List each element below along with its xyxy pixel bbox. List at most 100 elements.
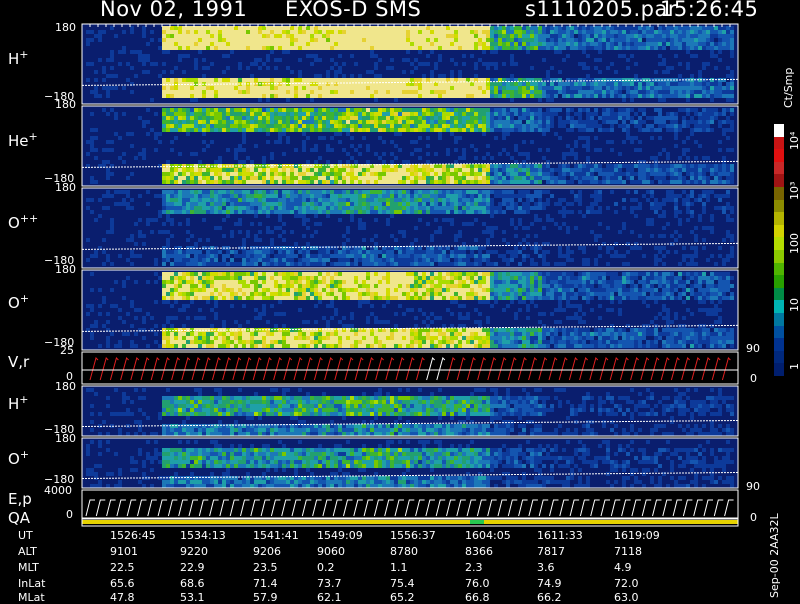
orbit-cell: 72.0 <box>614 577 639 590</box>
orbit-row-label: MLT <box>18 561 39 574</box>
tick-label: 180 <box>55 380 76 393</box>
colorbar-swatch <box>774 212 784 225</box>
colorbar-tick: 10 <box>788 298 800 312</box>
colorbar-unit-label: Ct/Smp <box>782 68 795 108</box>
colorbar-swatch <box>774 363 784 376</box>
colorbar-tick: 10⁴ <box>788 132 800 150</box>
orbit-cell: 9101 <box>110 545 138 558</box>
orbit-cell: 47.8 <box>110 591 135 604</box>
orbit-cell: 1611:33 <box>537 529 583 542</box>
orbit-cell: 63.0 <box>614 591 639 604</box>
orbit-cell: 9060 <box>317 545 345 558</box>
colorbar-swatch <box>774 275 784 288</box>
panel-label-h-plus: H+ <box>8 48 29 68</box>
panel-label-qa: QA <box>8 509 30 527</box>
orbit-cell: 1619:09 <box>614 529 660 542</box>
orbit-cell: 76.0 <box>465 577 490 590</box>
colorbar-swatch <box>774 225 784 238</box>
tick-label: 180 <box>55 21 76 34</box>
orbit-row-label: MLat <box>18 591 45 604</box>
colorbar-tick: 100 <box>788 233 800 254</box>
orbit-cell: 1549:09 <box>317 529 363 542</box>
orbit-cell: 57.9 <box>253 591 278 604</box>
tick-label: 180 <box>55 98 76 111</box>
orbit-cell: 73.7 <box>317 577 342 590</box>
colorbar-swatch <box>774 149 784 162</box>
orbit-cell: 9206 <box>253 545 281 558</box>
orbit-cell: 74.9 <box>537 577 562 590</box>
panel-background <box>82 490 738 518</box>
colorbar-swatch <box>774 313 784 326</box>
orbit-cell: 1.1 <box>390 561 408 574</box>
colorbar-swatch <box>774 237 784 250</box>
colorbar-tick: 1 <box>788 363 800 370</box>
panel-label-o-plus-plus: O++ <box>8 212 38 232</box>
panel-label-o-plus: O+ <box>8 292 29 312</box>
panel-label-vr: V,r <box>8 353 29 371</box>
right-tick-label: 0 <box>750 372 757 385</box>
orbit-cell: 1541:41 <box>253 529 299 542</box>
colorbar-swatch <box>774 338 784 351</box>
orbit-cell: 68.6 <box>180 577 205 590</box>
colorbar-swatch <box>774 162 784 175</box>
right-tick-label: 0 <box>750 511 757 524</box>
colorbar-tick: 10³ <box>788 182 800 200</box>
colorbar-swatch <box>774 351 784 364</box>
orbit-row-label: ALT <box>18 545 37 558</box>
orbit-cell: 22.9 <box>180 561 205 574</box>
orbit-row-label: InLat <box>18 577 45 590</box>
orbit-cell: 3.6 <box>537 561 555 574</box>
orbit-cell: 65.2 <box>390 591 415 604</box>
colorbar-swatch <box>774 300 784 313</box>
panel-background <box>82 352 738 384</box>
colorbar-swatch <box>774 187 784 200</box>
qa-bar <box>82 520 738 524</box>
colorbar-swatch <box>774 250 784 263</box>
orbit-cell: 23.5 <box>253 561 278 574</box>
orbit-cell: 65.6 <box>110 577 135 590</box>
orbit-cell: 4.9 <box>614 561 632 574</box>
tick-label: 4000 <box>44 484 72 497</box>
panel-label-he-plus: He+ <box>8 130 38 150</box>
colorbar <box>774 124 784 376</box>
orbit-cell: 53.1 <box>180 591 205 604</box>
right-tick-label: 90 <box>746 342 760 355</box>
tick-label: 25 <box>60 344 74 357</box>
footer-stamp: Sep-00 2AA32L <box>768 513 781 598</box>
tick-label: 180 <box>55 432 76 445</box>
orbit-cell: 1556:37 <box>390 529 436 542</box>
orbit-cell: 0.2 <box>317 561 335 574</box>
orbit-cell: 7118 <box>614 545 642 558</box>
spectrogram-plot <box>0 0 800 600</box>
panel-label-o-plus-2: O+ <box>8 448 29 468</box>
orbit-cell: 8366 <box>465 545 493 558</box>
orbit-cell: 9220 <box>180 545 208 558</box>
tick-label: 180 <box>55 181 76 194</box>
orbit-cell: 66.8 <box>465 591 490 604</box>
colorbar-swatch <box>774 124 784 137</box>
tick-label: 180 <box>55 263 76 276</box>
right-tick-label: 90 <box>746 480 760 493</box>
orbit-cell: 7817 <box>537 545 565 558</box>
panel-label-h-plus-2: H+ <box>8 393 29 413</box>
colorbar-swatch <box>774 137 784 150</box>
orbit-cell: 75.4 <box>390 577 415 590</box>
colorbar-swatch <box>774 288 784 301</box>
colorbar-swatch <box>774 174 784 187</box>
tick-label: 0 <box>66 508 73 521</box>
qa-bar-segment <box>470 520 484 524</box>
panel-label-ep: E,p <box>8 490 32 508</box>
colorbar-swatch <box>774 200 784 213</box>
orbit-cell: 22.5 <box>110 561 135 574</box>
orbit-cell: 8780 <box>390 545 418 558</box>
orbit-cell: 1526:45 <box>110 529 156 542</box>
colorbar-swatch <box>774 263 784 276</box>
orbit-cell: 71.4 <box>253 577 278 590</box>
orbit-cell: 1534:13 <box>180 529 226 542</box>
colorbar-swatch <box>774 326 784 339</box>
orbit-cell: 62.1 <box>317 591 342 604</box>
orbit-cell: 2.3 <box>465 561 483 574</box>
orbit-cell: 66.2 <box>537 591 562 604</box>
orbit-row-label: UT <box>18 529 33 542</box>
orbit-cell: 1604:05 <box>465 529 511 542</box>
